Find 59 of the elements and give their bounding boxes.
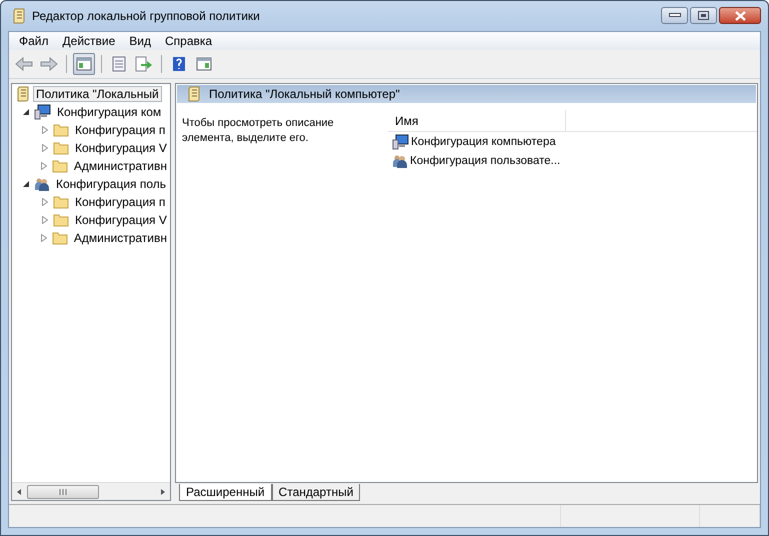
scroll-icon xyxy=(12,8,26,24)
tree-item[interactable]: Конфигурация V xyxy=(72,212,170,228)
maximize-icon xyxy=(698,11,709,20)
folder-icon xyxy=(53,213,69,227)
maximize-button[interactable] xyxy=(690,7,717,24)
tree-item[interactable]: Конфигурация п xyxy=(72,122,168,138)
expand-arrow-icon[interactable] xyxy=(40,216,50,224)
close-button[interactable] xyxy=(719,7,761,24)
pane-toggle-icon xyxy=(196,56,212,72)
expand-arrow-icon[interactable] xyxy=(40,144,50,152)
expand-arrow-icon[interactable] xyxy=(40,234,49,242)
properties-icon xyxy=(111,56,127,72)
tree-item[interactable]: Конфигурация V xyxy=(72,140,170,156)
users-icon xyxy=(34,176,50,192)
menu-item[interactable]: Вид xyxy=(122,34,158,48)
forward-icon xyxy=(40,56,58,72)
expand-arrow-icon[interactable] xyxy=(40,162,49,170)
computer-icon xyxy=(392,134,409,150)
tree-item[interactable]: Политика "Локальный xyxy=(33,86,162,102)
folder-icon xyxy=(53,123,69,137)
menu-item[interactable]: Справка xyxy=(158,34,220,48)
window-title: Редактор локальной групповой политики xyxy=(32,9,260,23)
users-icon xyxy=(392,152,408,168)
minimize-icon xyxy=(668,13,680,18)
view-tab[interactable]: Стандартный xyxy=(272,484,360,501)
expand-arrow-icon[interactable] xyxy=(40,126,50,134)
list-item[interactable]: Конфигурация пользовате... xyxy=(410,154,560,166)
minimize-button[interactable] xyxy=(661,7,688,24)
folder-icon xyxy=(52,159,68,173)
folder-icon xyxy=(52,231,68,245)
help-icon xyxy=(172,56,186,72)
scroll-left-icon[interactable] xyxy=(15,488,23,496)
column-header[interactable]: Имя xyxy=(388,110,566,131)
list-item[interactable]: Конфигурация компьютера xyxy=(411,136,556,148)
tree-item[interactable]: Административн xyxy=(70,158,170,174)
computer-icon xyxy=(34,104,51,120)
folder-icon xyxy=(53,195,69,209)
collapse-arrow-icon[interactable] xyxy=(21,180,31,188)
back-icon xyxy=(15,56,33,72)
description-text: Чтобы просмотреть описание элемента, выделите его. xyxy=(181,116,335,146)
pane-title: Политика "Локальный компьютер" xyxy=(209,87,400,101)
scroll-right-icon[interactable] xyxy=(159,488,167,496)
scroll-icon xyxy=(16,86,30,102)
tree-item[interactable]: Административн xyxy=(70,230,170,246)
scrollbar-thumb[interactable] xyxy=(27,484,99,498)
export-icon xyxy=(135,56,153,72)
menu-item[interactable]: Действие xyxy=(56,34,122,48)
tree-item[interactable]: Конфигурация ком xyxy=(54,104,164,120)
folder-icon xyxy=(53,141,69,155)
tree-toggle-button[interactable] xyxy=(73,53,95,75)
collapse-arrow-icon[interactable] xyxy=(21,108,31,116)
tree-item[interactable]: Конфигурация п xyxy=(72,194,168,210)
close-icon xyxy=(734,10,746,20)
expand-arrow-icon[interactable] xyxy=(40,198,50,206)
menu-item[interactable]: Файл xyxy=(12,34,56,48)
view-tab[interactable]: Расширенный xyxy=(179,484,272,501)
tree-item[interactable]: Конфигурация поль xyxy=(53,176,170,192)
tree-toggle-icon xyxy=(76,56,92,72)
scroll-icon xyxy=(187,86,201,102)
